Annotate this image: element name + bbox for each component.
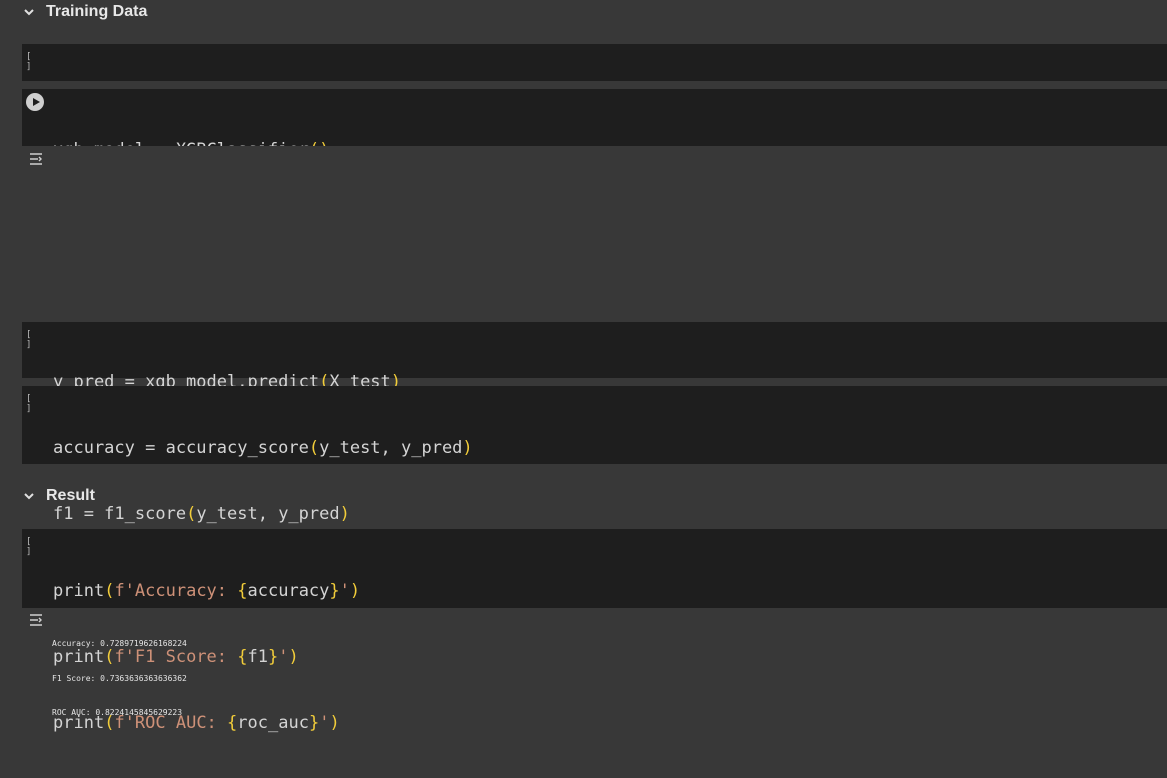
code-line: accuracy = accuracy_score(y_test, y_pred… <box>53 438 473 458</box>
section-title: Training Data <box>46 3 148 20</box>
code-line: print(f'F1 Score: {f1}') <box>53 647 299 667</box>
section-header-result[interactable]: Result <box>22 484 95 508</box>
output-collapse-icon[interactable] <box>29 153 43 165</box>
cell-output-model <box>22 146 1167 315</box>
code-cell-print[interactable]: [ ] print(f'Accuracy: {accuracy}') print… <box>22 529 1167 733</box>
code-line: f1 = f1_score(y_test, y_pred) <box>53 504 350 524</box>
code-cell-predict[interactable]: [ ] y_pred = xgb_model.predict(X_test) y… <box>22 322 1167 458</box>
section-header-training[interactable]: Training Data <box>22 0 147 24</box>
code-cell-split[interactable]: [ ] X_train, X_test, y_train, y_test = t… <box>22 44 1167 117</box>
output-line: F1 Score: 0.7363636363636362 <box>52 673 187 683</box>
execution-count: [ ] <box>26 537 33 557</box>
output-line: Accuracy: 0.7289719626168224 <box>52 639 187 648</box>
chevron-down-icon[interactable] <box>22 489 36 503</box>
code-cell-model[interactable]: xgb_model = XGBClassifier() xgb_model.fi… <box>22 89 1167 226</box>
execution-count: [ ] <box>26 52 33 72</box>
output-line: ROC AUC: 0.8224145845629223 <box>52 708 183 717</box>
run-cell-button[interactable] <box>26 93 44 111</box>
section-title: Result <box>46 487 95 504</box>
code-editor[interactable]: print(f'Accuracy: {accuracy}') print(f'F… <box>53 536 1167 778</box>
output-collapse-icon[interactable] <box>29 614 43 626</box>
chevron-down-icon[interactable] <box>22 5 36 19</box>
code-line: print(f'Accuracy: {accuracy}') <box>53 581 361 601</box>
cell-output-text: Accuracy: 0.7289719626168224 F1 Score: 0… <box>52 615 187 730</box>
execution-count: [ ] <box>26 394 33 414</box>
execution-count: [ ] <box>26 330 33 350</box>
code-cell-metrics[interactable]: [ ] accuracy = accuracy_score(y_test, y_… <box>22 386 1167 590</box>
code-line: print(f'ROC AUC: {roc_auc}') <box>53 713 340 733</box>
